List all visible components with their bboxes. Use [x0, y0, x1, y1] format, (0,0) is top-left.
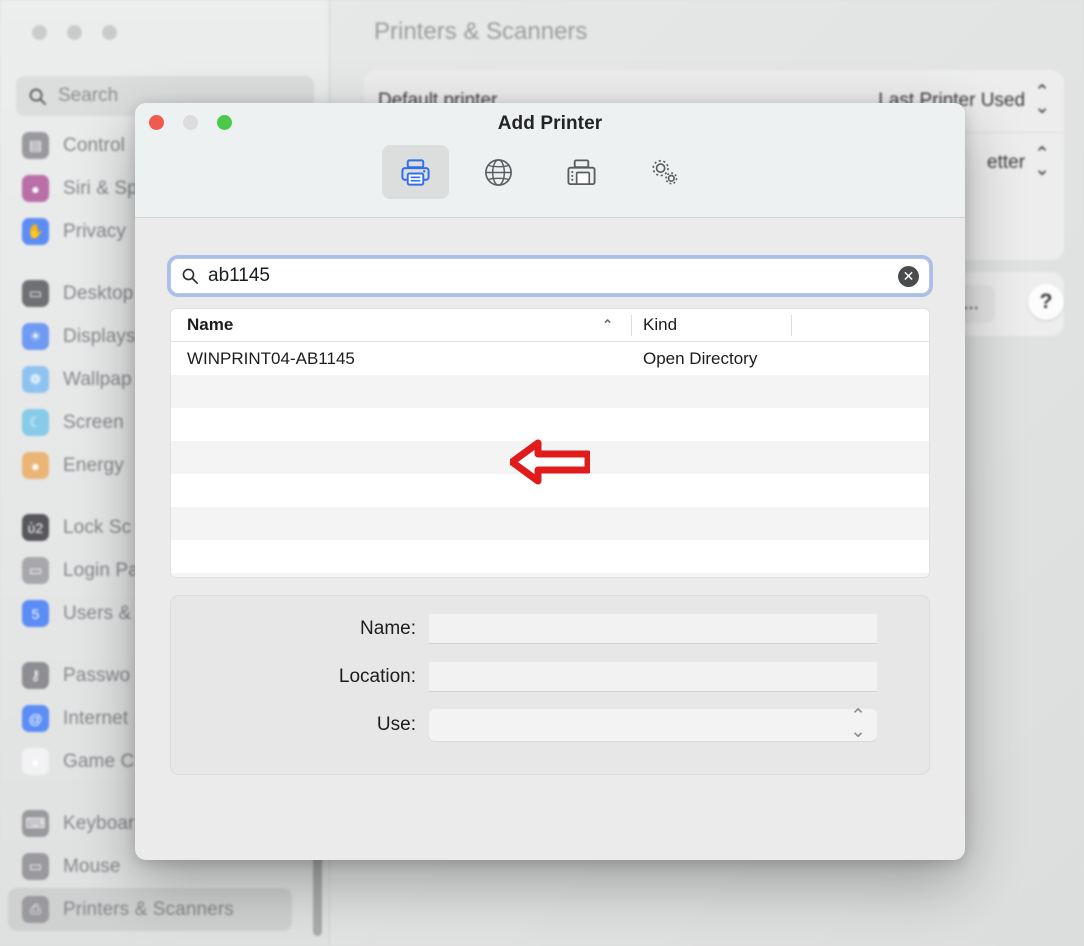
background-zoom-button[interactable] — [102, 25, 117, 40]
sidebar-item-label: Control — [63, 135, 125, 157]
sidebar-item-label: Printers & Scanners — [63, 899, 234, 921]
sidebar-item-label: Energy — [63, 455, 124, 477]
printer-list-empty-row — [171, 408, 929, 441]
background-window-traffic-lights[interactable] — [32, 25, 117, 40]
dialog-title: Add Printer — [135, 113, 965, 135]
chevron-updown-icon[interactable]: ⌃⌄ — [1034, 148, 1050, 178]
sort-ascending-icon: ⌃ — [602, 317, 613, 333]
printer-icon: ⎙ — [22, 896, 49, 923]
printer-search-row: ab1145 ✕ — [170, 258, 930, 294]
sidebar-item-label: Siri & Sp — [63, 178, 138, 200]
advanced-tab[interactable] — [631, 145, 698, 199]
globe-icon — [483, 157, 514, 188]
default-paper-size-value: etter — [987, 152, 1025, 174]
sidebar-item-label: Desktop — [63, 283, 133, 305]
sidebar-item-label: Keyboar — [63, 813, 134, 835]
sidebar-item-label: Passwo — [63, 665, 130, 687]
column-header-name-label: Name — [187, 315, 233, 335]
page-title: Printers & Scanners — [374, 18, 587, 46]
sidebar-item-label: Wallpap — [63, 369, 132, 391]
location-field-label: Location: — [171, 666, 429, 688]
column-header-kind[interactable]: Kind — [631, 315, 791, 335]
printer-list-header: Name ⌃ Kind — [171, 309, 929, 342]
ip-printer-tab[interactable] — [465, 145, 532, 199]
sidebar-item-label: Users & — [63, 603, 131, 625]
printer-kind-cell: Open Directory — [631, 349, 851, 369]
background-minimize-button[interactable] — [67, 25, 82, 40]
default-printers-tab[interactable] — [382, 145, 449, 199]
printer-search-input[interactable]: ab1145 ✕ — [170, 258, 930, 294]
printer-search-value: ab1145 — [208, 265, 889, 287]
sidebar-item-label: Displays — [63, 326, 136, 348]
sidebar-item-label: Login Pa — [63, 560, 139, 582]
name-field-label: Name: — [171, 618, 429, 640]
sidebar-item-label: Game C — [63, 751, 134, 773]
sidebar-item-label: Mouse — [63, 856, 121, 878]
name-field-input[interactable] — [429, 614, 877, 644]
displays-icon: ☀ — [22, 323, 49, 350]
users-groups-icon: ὆5 — [22, 600, 49, 627]
column-header-kind-label: Kind — [643, 315, 677, 334]
printer-list-empty-row — [171, 507, 929, 540]
privacy-hand-icon: ✋ — [22, 218, 49, 245]
use-field-label: Use: — [171, 714, 429, 736]
name-field-row: Name: — [171, 613, 929, 645]
lock-screen-icon: ὑ2 — [22, 514, 49, 541]
mouse-icon: ▭ — [22, 853, 49, 880]
fax-tab[interactable] — [548, 145, 615, 199]
sidebar-search-placeholder: Search — [58, 85, 118, 107]
column-divider[interactable] — [791, 315, 792, 336]
printer-details-form: Name: Location: Use: ⌃⌄ — [170, 595, 930, 775]
sidebar-item-label: Internet — [63, 708, 128, 730]
use-driver-select[interactable]: ⌃⌄ — [429, 709, 877, 741]
dialog-titlebar: Add Printer — [135, 103, 965, 218]
printer-list-empty-row — [171, 573, 929, 578]
location-field-row: Location: — [171, 661, 929, 693]
chevron-updown-icon[interactable]: ⌃⌄ — [1034, 86, 1050, 116]
desktop-dock-icon: ▭ — [22, 280, 49, 307]
column-divider[interactable] — [631, 315, 632, 336]
clear-search-icon[interactable]: ✕ — [898, 266, 919, 287]
location-field-input[interactable] — [429, 662, 877, 692]
game-center-icon: ● — [22, 748, 49, 775]
energy-saver-icon: ● — [22, 452, 49, 479]
dialog-toolbar — [382, 145, 698, 199]
gears-icon — [648, 156, 681, 189]
sidebar-item-label: Lock Sc — [63, 517, 131, 539]
sidebar-item-label: Privacy — [63, 221, 126, 243]
login-password-icon: ▭ — [22, 557, 49, 584]
background-help-button[interactable]: ? — [1028, 284, 1064, 320]
column-header-name[interactable]: Name ⌃ — [171, 315, 631, 335]
keyboard-icon: ⌨ — [22, 810, 49, 837]
printer-list-empty-row — [171, 375, 929, 408]
search-icon — [181, 267, 199, 285]
use-field-row: Use: ⌃⌄ — [171, 709, 929, 741]
printer-list-empty-row — [171, 540, 929, 573]
screen-saver-icon: ☾ — [22, 409, 49, 436]
annotation-arrow-icon — [510, 439, 590, 485]
passwords-key-icon: ⚷ — [22, 662, 49, 689]
chevron-updown-icon: ⌃⌄ — [850, 710, 866, 740]
printer-list-row[interactable]: WINPRINT04-AB1145Open Directory — [171, 342, 929, 375]
fax-icon — [566, 157, 597, 188]
background-close-button[interactable] — [32, 25, 47, 40]
sidebar-item-label: Screen — [63, 412, 124, 434]
printer-icon — [400, 157, 431, 188]
search-icon — [28, 87, 47, 106]
siri-icon: ● — [22, 175, 49, 202]
control-center-icon: ▤ — [22, 132, 49, 159]
sidebar-item-printers-scanners[interactable]: ⎙ Printers & Scanners — [8, 888, 292, 931]
internet-accounts-icon: @ — [22, 705, 49, 732]
wallpaper-icon: ❁ — [22, 366, 49, 393]
printer-name-cell: WINPRINT04-AB1145 — [171, 349, 631, 369]
add-printer-dialog: Add Printer — [135, 103, 965, 860]
